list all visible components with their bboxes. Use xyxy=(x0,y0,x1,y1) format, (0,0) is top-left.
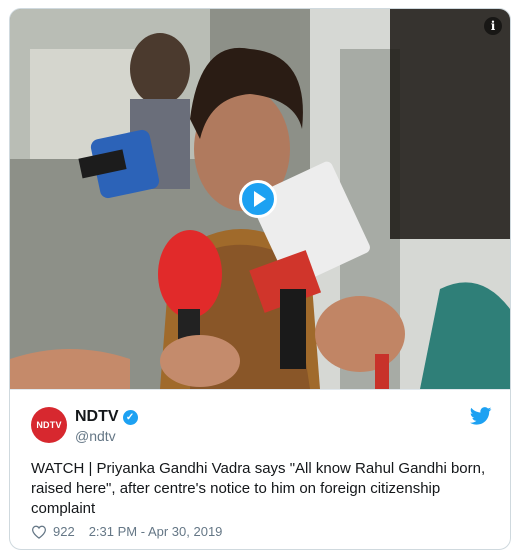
avatar-logo-text: NDTV xyxy=(36,420,62,430)
twitter-bird-icon[interactable] xyxy=(470,407,492,425)
tweet-text: WATCH | Priyanka Gandhi Vadra says "All … xyxy=(31,460,486,517)
info-icon[interactable]: i xyxy=(484,17,502,35)
embedded-tweet-card: i NDTV NDTV ✓ @ndtv WATCH | Priyanka Gan… xyxy=(9,8,511,550)
verified-badge-icon: ✓ xyxy=(122,409,138,425)
video-thumbnail[interactable]: i xyxy=(10,9,510,389)
author-name-row[interactable]: NDTV ✓ xyxy=(75,408,138,426)
play-button[interactable] xyxy=(239,180,277,218)
author-handle[interactable]: @ndtv xyxy=(75,428,116,444)
tweet-meta: 922 2:31 PM - Apr 30, 2019 xyxy=(31,524,222,539)
like-count[interactable]: 922 xyxy=(53,524,75,539)
play-icon xyxy=(254,191,266,207)
heart-icon[interactable] xyxy=(31,525,47,539)
avatar[interactable]: NDTV xyxy=(31,407,67,443)
tweet-author-header: NDTV NDTV ✓ @ndtv xyxy=(10,389,510,454)
author-display-name[interactable]: NDTV xyxy=(75,408,119,426)
tweet-timestamp[interactable]: 2:31 PM - Apr 30, 2019 xyxy=(89,524,223,539)
